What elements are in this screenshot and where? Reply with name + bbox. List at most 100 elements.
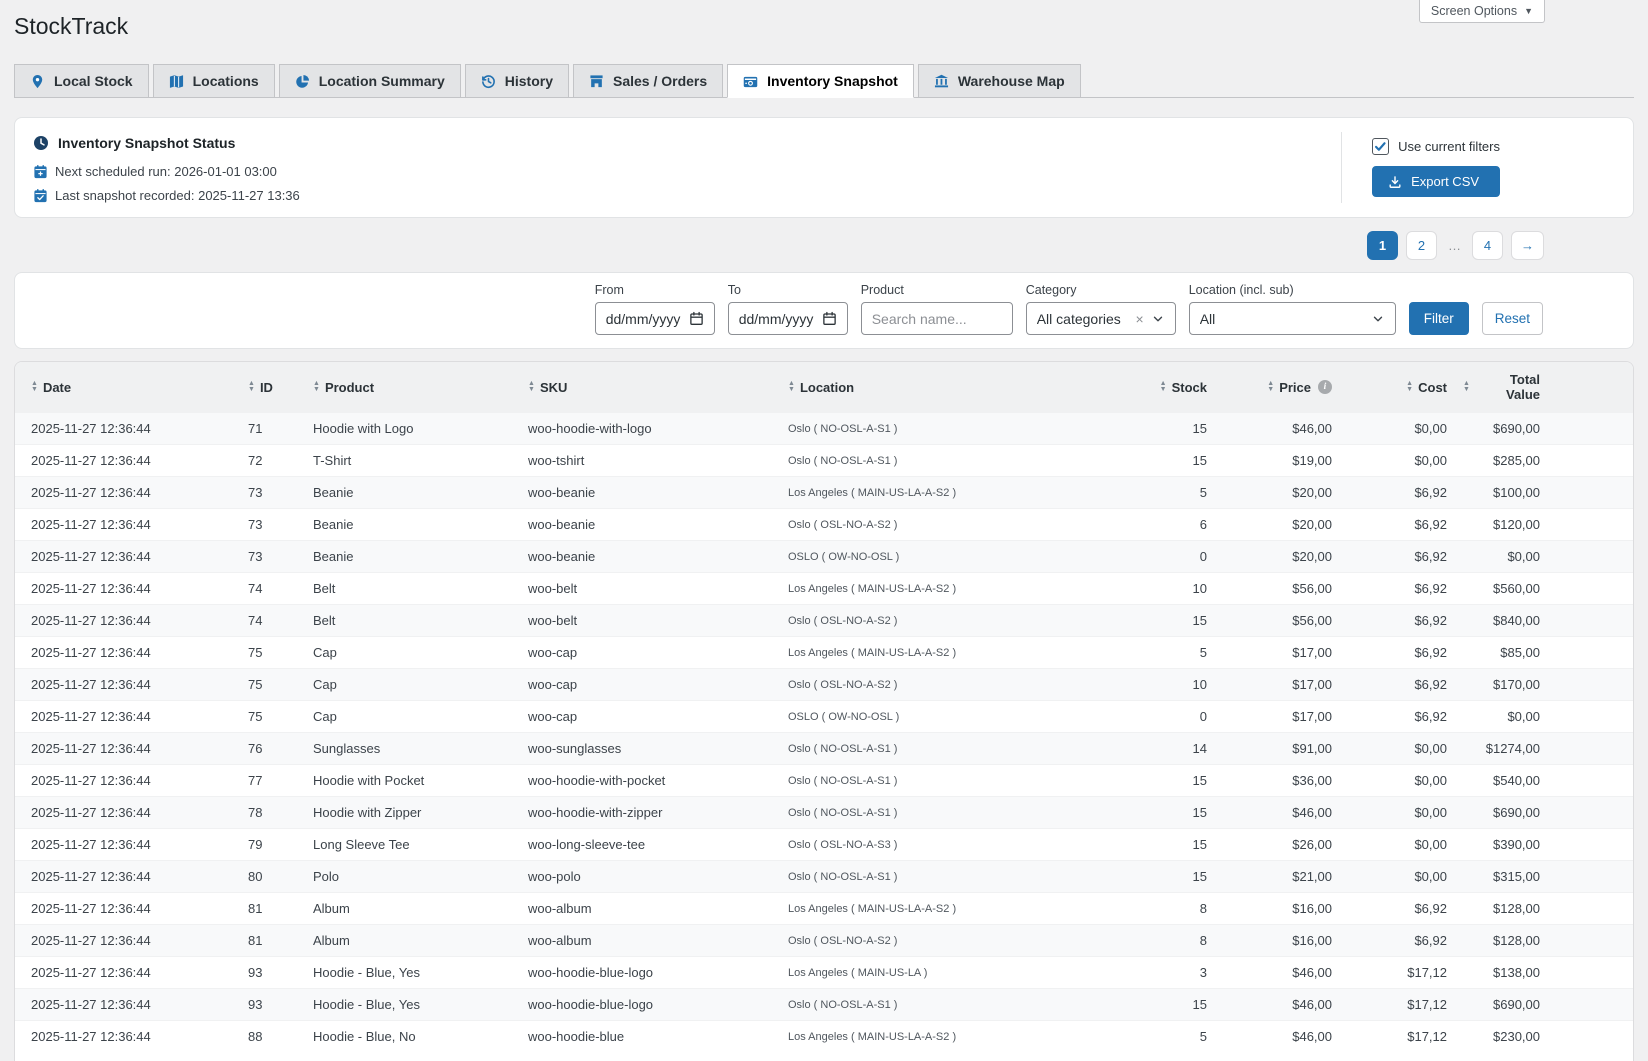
calendar-icon[interactable]	[689, 311, 704, 326]
cell-price: $17,00	[1215, 701, 1340, 733]
cell-total-value: $690,00	[1455, 797, 1634, 829]
cell-total-value: $128,00	[1455, 925, 1634, 957]
next-page-button[interactable]: →	[1511, 231, 1544, 260]
tab-label: Inventory Snapshot	[767, 73, 898, 89]
cell-date: 2025-11-27 12:36:44	[15, 445, 240, 477]
cell-sku: woo-hoodie-blue	[520, 1021, 780, 1053]
column-header-product[interactable]: ▲▼Product	[305, 362, 520, 413]
table-row: 2025-11-27 12:36:4475Capwoo-capLos Angel…	[15, 637, 1634, 669]
from-date-input[interactable]: dd/mm/yyyy	[595, 302, 715, 335]
category-select[interactable]: All categories ×	[1026, 302, 1176, 335]
cell-product: Hoodie - Blue, No	[305, 1021, 520, 1053]
cell-stock: 3	[1100, 957, 1215, 989]
tab-inventory-snapshot[interactable]: Inventory Snapshot	[727, 64, 914, 98]
cell-price: $20,00	[1215, 477, 1340, 509]
calendar-icon[interactable]	[822, 311, 837, 326]
cell-date: 2025-11-27 12:36:44	[15, 509, 240, 541]
cell-location: Los Angeles ( MAIN-US-LA-A-S2 )	[780, 637, 1100, 669]
cell-product: Hoodie with Pocket	[305, 765, 520, 797]
cell-location: Los Angeles ( MAIN-US-LA )	[780, 957, 1100, 989]
column-label: Stock	[1172, 380, 1207, 395]
reset-button[interactable]: Reset	[1482, 302, 1543, 335]
status-panel: Inventory Snapshot Status Next scheduled…	[14, 117, 1634, 218]
export-csv-button[interactable]: Export CSV	[1372, 166, 1500, 197]
cell-stock: 5	[1100, 477, 1215, 509]
to-date-input[interactable]: dd/mm/yyyy	[728, 302, 848, 335]
table-row: 2025-11-27 12:36:4474Beltwoo-beltLos Ang…	[15, 573, 1634, 605]
cell-sku: woo-hoodie-with-logo	[520, 413, 780, 445]
column-header-stock[interactable]: ▲▼Stock	[1100, 362, 1215, 413]
cell-total-value: $315,00	[1455, 861, 1634, 893]
page-button-1[interactable]: 1	[1367, 231, 1398, 260]
page-button-2[interactable]: 2	[1406, 231, 1437, 260]
column-header-price[interactable]: ▲▼Pricei	[1215, 362, 1340, 413]
filter-to-field: To dd/mm/yyyy	[728, 283, 848, 335]
cell-price: $20,00	[1215, 509, 1340, 541]
screen-options-button[interactable]: Screen Options ▼	[1419, 0, 1545, 23]
cell-sku: woo-beanie	[520, 477, 780, 509]
cell-total-value: $138,00	[1455, 957, 1634, 989]
cell-cost: $0,00	[1340, 797, 1455, 829]
tab-local-stock[interactable]: Local Stock	[14, 64, 149, 98]
cell-total-value: $690,00	[1455, 989, 1634, 1021]
cell-stock: 15	[1100, 445, 1215, 477]
cell-stock: 0	[1100, 541, 1215, 573]
tab-history[interactable]: History	[465, 64, 569, 98]
cell-date: 2025-11-27 12:36:44	[15, 733, 240, 765]
tab-locations[interactable]: Locations	[153, 64, 275, 98]
cell-price: $56,00	[1215, 605, 1340, 637]
export-csv-label: Export CSV	[1411, 174, 1479, 189]
tab-sales-orders[interactable]: Sales / Orders	[573, 64, 723, 98]
cell-date: 2025-11-27 12:36:44	[15, 957, 240, 989]
chevron-down-icon: ▼	[1524, 6, 1533, 16]
page-button-4[interactable]: 4	[1472, 231, 1503, 260]
cell-date: 2025-11-27 12:36:44	[15, 829, 240, 861]
product-label: Product	[861, 283, 1013, 297]
cell-product: Beanie	[305, 509, 520, 541]
cell-sku: woo-cap	[520, 637, 780, 669]
clear-icon[interactable]: ×	[1136, 311, 1144, 327]
cell-location: Oslo ( NO-OSL-A-S1 )	[780, 989, 1100, 1021]
column-label: Price	[1279, 380, 1311, 395]
camera-icon	[743, 74, 758, 89]
sort-icon: ▲▼	[528, 381, 535, 393]
table-row: 2025-11-27 12:36:4481Albumwoo-albumOslo …	[15, 925, 1634, 957]
column-header-total-value[interactable]: ▲▼Total Value	[1455, 362, 1634, 413]
cell-cost: $6,92	[1340, 573, 1455, 605]
location-select[interactable]: All	[1189, 302, 1396, 335]
cell-price: $36,00	[1215, 765, 1340, 797]
category-label: Category	[1026, 283, 1176, 297]
table-row: 2025-11-27 12:36:4473Beaniewoo-beanieLos…	[15, 477, 1634, 509]
cell-date: 2025-11-27 12:36:44	[15, 701, 240, 733]
cell-total-value: $1274,00	[1455, 733, 1634, 765]
column-header-sku[interactable]: ▲▼SKU	[520, 362, 780, 413]
column-header-cost[interactable]: ▲▼Cost	[1340, 362, 1455, 413]
cell-cost: $6,92	[1340, 541, 1455, 573]
cell-id: 73	[240, 509, 305, 541]
tab-warehouse-map[interactable]: Warehouse Map	[918, 64, 1081, 98]
cell-product: Belt	[305, 605, 520, 637]
tab-label: Location Summary	[319, 73, 445, 89]
chevron-down-icon	[1151, 312, 1165, 326]
cell-id: 73	[240, 477, 305, 509]
product-search-input[interactable]	[861, 302, 1013, 335]
cell-stock: 5	[1100, 637, 1215, 669]
cell-total-value: $540,00	[1455, 765, 1634, 797]
cell-sku: woo-cap	[520, 669, 780, 701]
column-header-id[interactable]: ▲▼ID	[240, 362, 305, 413]
download-icon	[1388, 175, 1402, 189]
tab-location-summary[interactable]: Location Summary	[279, 64, 461, 98]
filter-button[interactable]: Filter	[1409, 302, 1469, 335]
cell-sku: woo-hoodie-with-zipper	[520, 797, 780, 829]
use-current-filters-checkbox[interactable]	[1372, 138, 1389, 155]
cell-price: $46,00	[1215, 1021, 1340, 1053]
cell-location: Oslo ( NO-OSL-A-S1 )	[780, 797, 1100, 829]
cell-product: Cap	[305, 637, 520, 669]
column-header-location[interactable]: ▲▼Location	[780, 362, 1100, 413]
cell-price: $46,00	[1215, 413, 1340, 445]
table-body: 2025-11-27 12:36:4471Hoodie with Logowoo…	[15, 413, 1634, 1053]
cell-location: Oslo ( NO-OSL-A-S1 )	[780, 765, 1100, 797]
to-label: To	[728, 283, 848, 297]
cell-location: Oslo ( NO-OSL-A-S1 )	[780, 445, 1100, 477]
column-header-date[interactable]: ▲▼Date	[15, 362, 240, 413]
